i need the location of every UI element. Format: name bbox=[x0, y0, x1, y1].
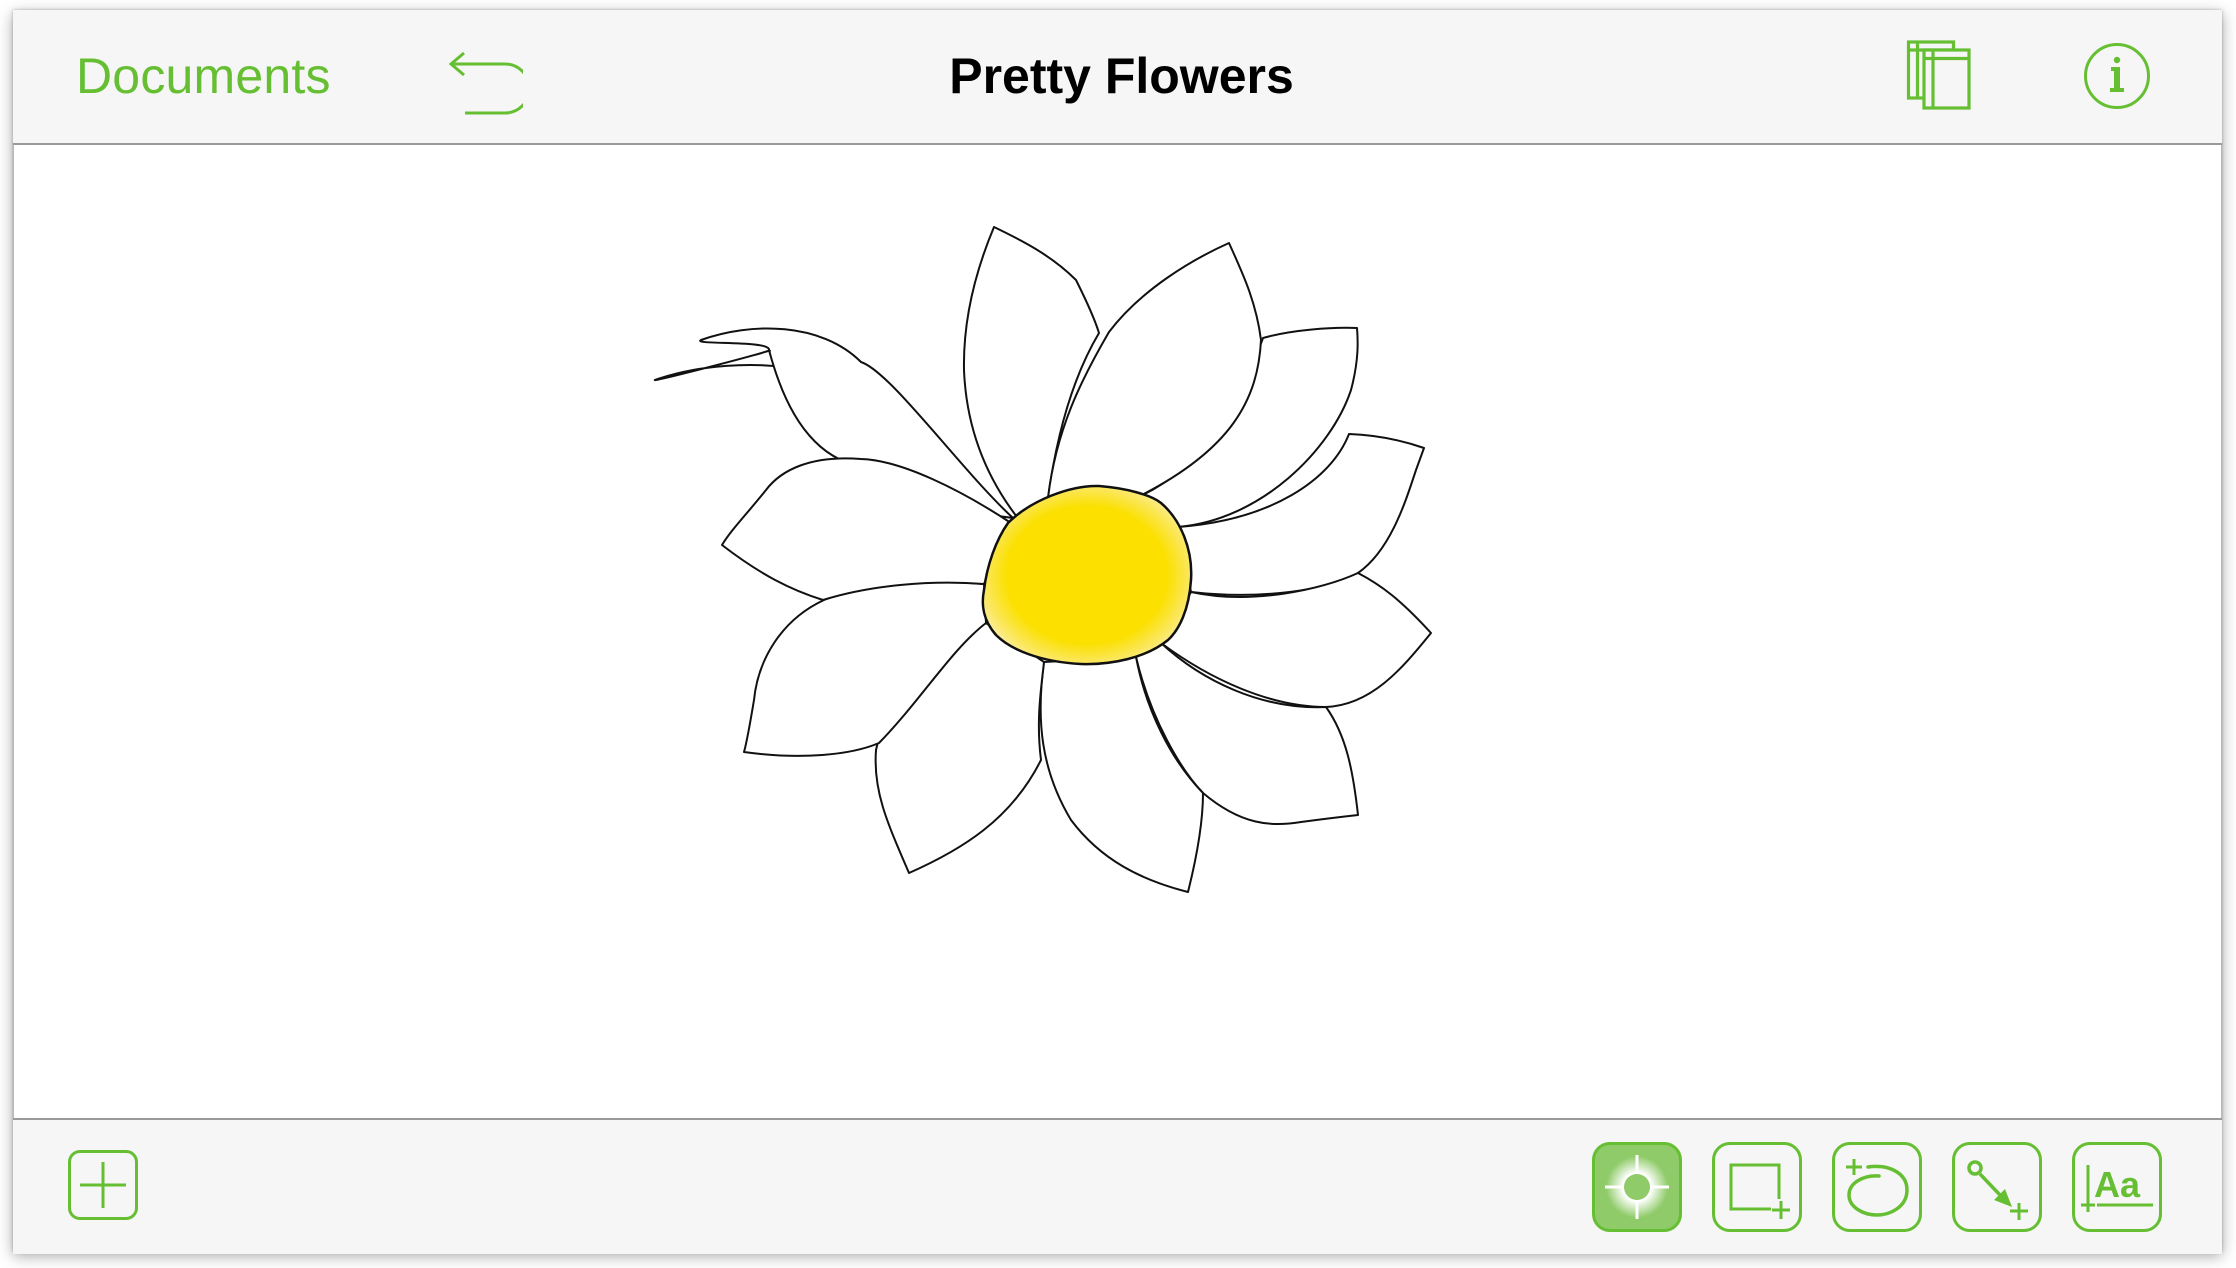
add-canvas-button[interactable] bbox=[68, 1150, 138, 1220]
document-title: Pretty Flowers bbox=[949, 48, 1294, 104]
flower-drawing[interactable] bbox=[14, 145, 2221, 1118]
text-tool-button[interactable]: Aa bbox=[2072, 1142, 2162, 1232]
connector-arrow-icon bbox=[1967, 1160, 2028, 1220]
top-toolbar: Documents Pretty Flowers bbox=[13, 10, 2222, 145]
info-icon bbox=[2084, 43, 2150, 109]
canvases-button[interactable] bbox=[1897, 30, 1977, 120]
rectangle-plus-icon bbox=[1729, 1163, 1790, 1219]
crosshair-icon bbox=[1605, 1155, 1669, 1219]
shape-tool-button[interactable] bbox=[1712, 1142, 1802, 1232]
canvases-icon bbox=[1906, 40, 1971, 110]
selection-tool-button[interactable] bbox=[1592, 1142, 1682, 1232]
freehand-tool-button[interactable] bbox=[1832, 1142, 1922, 1232]
text-tool-label: Aa bbox=[2094, 1164, 2141, 1205]
text-plus-icon: Aa bbox=[2081, 1164, 2153, 1212]
plus-icon bbox=[80, 1162, 126, 1208]
app-window: Documents Pretty Flowers Aa bbox=[13, 10, 2222, 1254]
info-button[interactable] bbox=[2077, 36, 2157, 116]
lasso-plus-icon bbox=[1846, 1159, 1909, 1217]
drawing-canvas[interactable] bbox=[13, 145, 2222, 1118]
bottom-toolbar: Aa bbox=[13, 1118, 2222, 1254]
line-tool-button[interactable] bbox=[1952, 1142, 2042, 1232]
